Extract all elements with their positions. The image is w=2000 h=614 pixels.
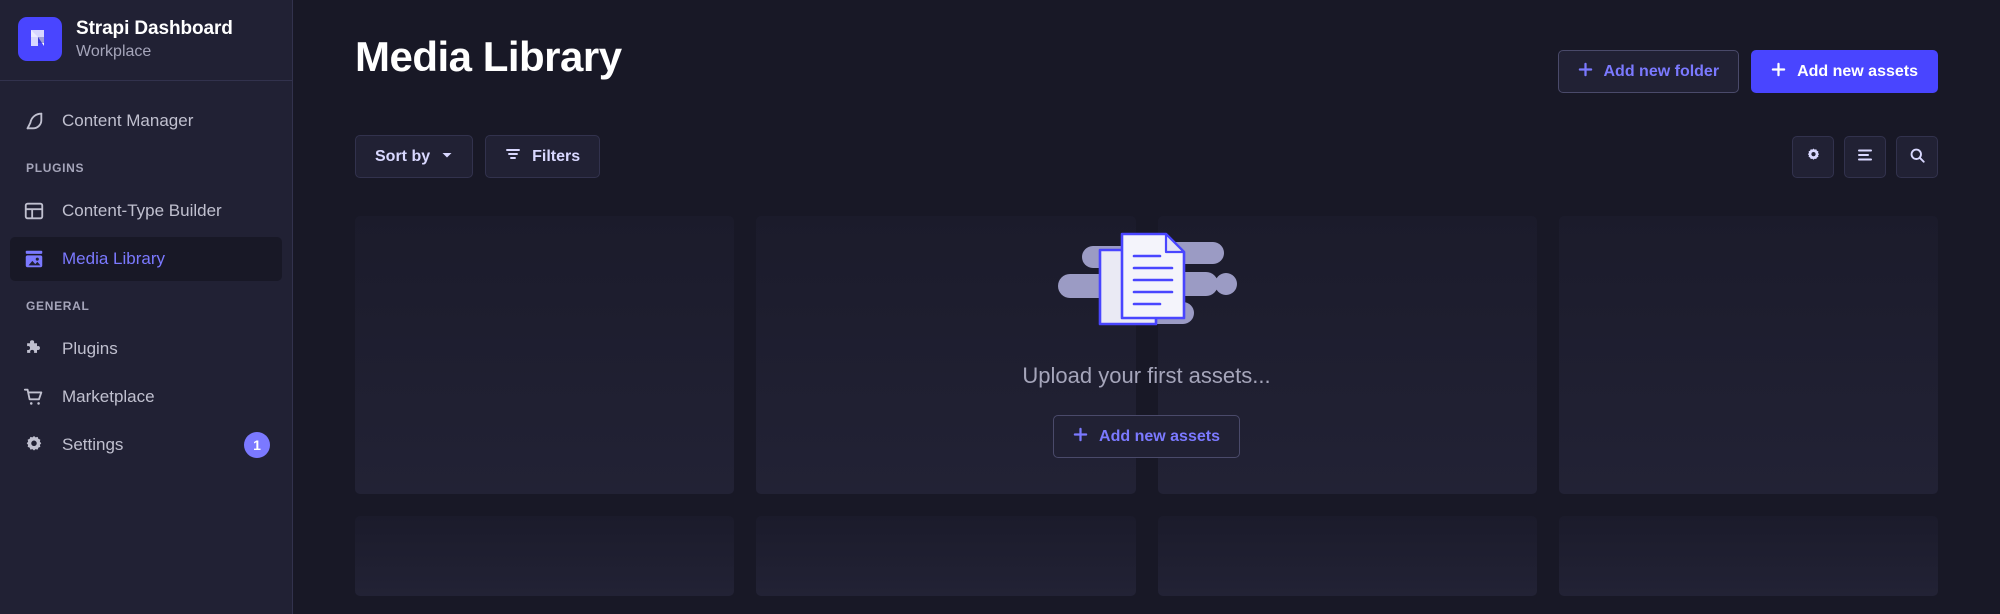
add-new-assets-label: Add new assets	[1797, 62, 1918, 80]
page-header: Media Library Add new folder Add new ass…	[293, 0, 2000, 93]
sort-by-button[interactable]: Sort by	[355, 135, 474, 178]
asset-placeholder-card	[1558, 216, 1938, 494]
image-icon	[22, 247, 46, 271]
asset-grid-area: Upload your first assets... Add new asse…	[293, 216, 2000, 596]
puzzle-icon	[22, 337, 46, 361]
sort-by-label: Sort by	[375, 147, 431, 165]
asset-placeholder-card	[756, 516, 1136, 596]
add-new-assets-button[interactable]: Add new assets	[1751, 50, 1938, 93]
filters-label: Filters	[532, 147, 581, 165]
sidebar-item-label: Plugins	[62, 339, 118, 358]
add-new-folder-button[interactable]: Add new folder	[1557, 50, 1740, 93]
sidebar-item-label: Marketplace	[62, 387, 155, 406]
sidebar-item-settings[interactable]: Settings 1	[10, 423, 282, 467]
asset-placeholder-card	[355, 216, 735, 494]
sidebar-item-label: Media Library	[62, 249, 165, 268]
strapi-logo-icon	[18, 17, 62, 61]
brand-title: Strapi Dashboard	[76, 17, 233, 39]
plus-icon	[1771, 62, 1786, 82]
brand-subtitle: Workplace	[76, 42, 152, 60]
search-button[interactable]	[1896, 135, 1938, 178]
sidebar-item-label: Content-Type Builder	[62, 201, 222, 220]
sidebar-item-label: Content Manager	[62, 111, 194, 130]
filters-button[interactable]: Filters	[485, 135, 601, 178]
sidebar-nav: Content Manager PLUGINS Content-Type Bui…	[0, 81, 292, 471]
brand-header[interactable]: Strapi Dashboard Workplace	[0, 0, 292, 81]
toolbar-right-group	[1792, 135, 1938, 178]
list-view-button[interactable]	[1844, 135, 1886, 178]
empty-state-message: Upload your first assets...	[1022, 363, 1271, 388]
asset-placeholder-card	[1558, 516, 1938, 596]
empty-state-add-assets-button[interactable]: Add new assets	[1053, 415, 1240, 458]
sidebar: Strapi Dashboard Workplace Content Manag…	[0, 0, 293, 614]
documents-illustration-icon	[1056, 224, 1238, 341]
main-content: Media Library Add new folder Add new ass…	[293, 0, 2000, 614]
search-icon	[1909, 147, 1926, 167]
chevron-down-icon	[441, 148, 453, 166]
sidebar-section-plugins-label: PLUGINS	[26, 161, 85, 175]
gear-icon	[22, 433, 46, 457]
add-new-folder-label: Add new folder	[1603, 62, 1720, 80]
asset-placeholder-card	[355, 516, 735, 596]
sidebar-item-label: Settings	[62, 435, 124, 454]
sidebar-item-content-manager[interactable]: Content Manager	[10, 99, 282, 143]
sidebar-item-marketplace[interactable]: Marketplace	[10, 375, 282, 419]
sidebar-section-general-label: GENERAL	[26, 299, 90, 313]
plus-icon	[1073, 427, 1088, 447]
sidebar-item-plugins[interactable]: Plugins	[10, 327, 282, 371]
view-settings-button[interactable]	[1792, 135, 1834, 178]
empty-state-button-label: Add new assets	[1099, 427, 1220, 445]
asset-placeholder-card	[1157, 516, 1537, 596]
sidebar-item-content-type-builder[interactable]: Content-Type Builder	[10, 189, 282, 233]
plus-icon	[1578, 62, 1593, 82]
page-title: Media Library	[355, 33, 622, 80]
list-icon	[1856, 146, 1874, 167]
app-root: Strapi Dashboard Workplace Content Manag…	[0, 0, 2000, 614]
layout-grid-icon	[22, 199, 46, 223]
feather-pen-icon	[22, 109, 46, 133]
toolbar-left-group: Sort by Filters	[355, 135, 601, 178]
toolbar: Sort by Filters	[293, 93, 2000, 178]
sidebar-item-media-library[interactable]: Media Library	[10, 237, 282, 281]
shopping-cart-icon	[22, 385, 46, 409]
header-actions: Add new folder Add new assets	[1557, 34, 1938, 93]
status-badge: 1	[244, 432, 270, 458]
filter-icon	[505, 146, 521, 167]
gear-icon	[1805, 147, 1822, 167]
